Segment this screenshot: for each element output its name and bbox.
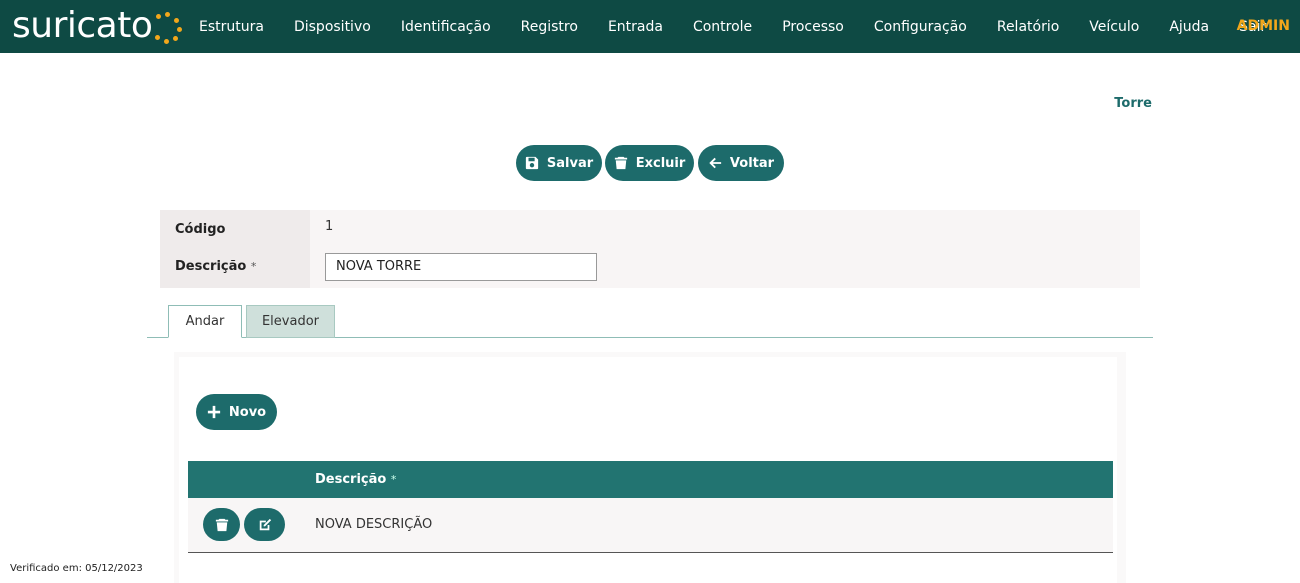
top-navbar: suricato Estrutura Dispositivo Identific… — [0, 0, 1300, 53]
row-edit-button[interactable] — [244, 508, 285, 541]
descricao-label: Descrição * — [175, 259, 256, 274]
menu-configuracao[interactable]: Configuração — [859, 19, 982, 35]
menu-identificacao[interactable]: Identificação — [386, 19, 506, 35]
back-button[interactable]: Voltar — [698, 145, 784, 181]
logo-dots-icon — [154, 6, 184, 46]
menu-relatorio[interactable]: Relatório — [982, 19, 1074, 35]
trash-icon — [215, 518, 228, 531]
descricao-input[interactable]: NOVA TORRE — [325, 253, 597, 281]
main-menu: Estrutura Dispositivo Identificação Regi… — [184, 0, 1281, 53]
delete-button-label: Excluir — [635, 155, 686, 171]
menu-processo[interactable]: Processo — [767, 19, 859, 35]
column-header-label: Descrição — [315, 472, 387, 487]
suricato-logo[interactable]: suricato — [12, 6, 184, 46]
torre-form: Código 1 Descrição * NOVA TORRE — [160, 210, 1140, 288]
back-button-label: Voltar — [729, 155, 775, 171]
table-row: NOVA DESCRIÇÃO — [188, 498, 1113, 553]
row-descricao: NOVA DESCRIÇÃO — [315, 517, 433, 532]
new-andar-button-label: Novo — [228, 404, 267, 420]
new-andar-button[interactable]: Novo — [196, 394, 277, 430]
save-button-label: Salvar — [546, 155, 594, 171]
menu-veiculo[interactable]: Veículo — [1074, 19, 1154, 35]
trash-icon — [614, 156, 627, 170]
column-required-mark: * — [390, 473, 397, 486]
tab-elevador[interactable]: Elevador — [246, 305, 335, 338]
user-menu-admin[interactable]: ADMIN — [1237, 18, 1290, 34]
menu-registro[interactable]: Registro — [506, 19, 593, 35]
page-title: Torre — [1114, 96, 1152, 111]
edit-icon — [259, 518, 271, 530]
descricao-label-text: Descrição — [175, 259, 247, 274]
menu-dispositivo[interactable]: Dispositivo — [279, 19, 386, 35]
save-icon — [525, 156, 538, 170]
plus-icon — [207, 405, 221, 419]
logo-text: suricato — [12, 5, 153, 46]
codigo-label: Código — [175, 222, 226, 237]
delete-button[interactable]: Excluir — [605, 145, 694, 181]
menu-controle[interactable]: Controle — [678, 19, 767, 35]
andar-table-header: Descrição * — [188, 461, 1113, 498]
arrow-left-icon — [709, 157, 722, 169]
tab-andar[interactable]: Andar — [168, 305, 242, 338]
required-mark: * — [250, 260, 257, 273]
menu-estrutura[interactable]: Estrutura — [184, 19, 279, 35]
verified-date-note: Verificado em: 05/12/2023 — [10, 563, 143, 574]
column-header-descricao[interactable]: Descrição * — [315, 461, 396, 498]
menu-ajuda[interactable]: Ajuda — [1154, 19, 1224, 35]
save-button[interactable]: Salvar — [516, 145, 602, 181]
codigo-value: 1 — [325, 219, 334, 234]
row-delete-button[interactable] — [203, 508, 240, 541]
menu-entrada[interactable]: Entrada — [593, 19, 678, 35]
